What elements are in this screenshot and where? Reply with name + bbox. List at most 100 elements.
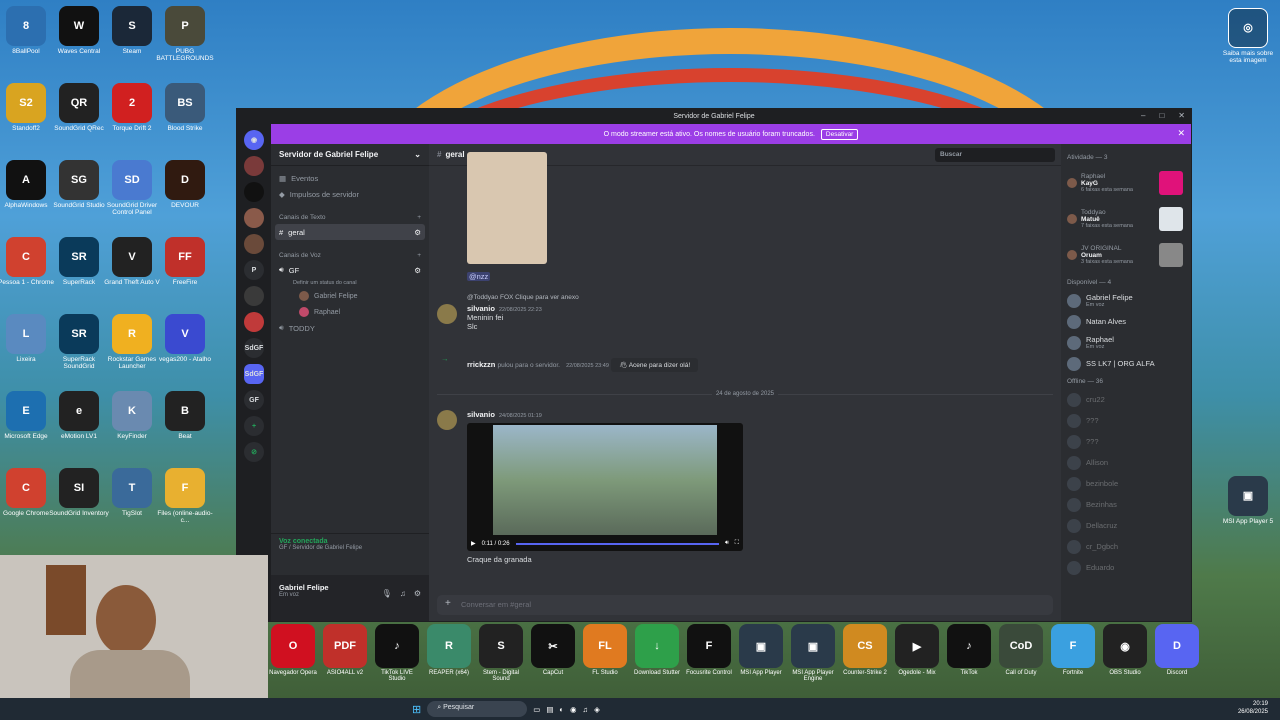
- desktop-icon[interactable]: P PUBG BATTLEGROUNDS: [155, 6, 215, 63]
- dock-app[interactable]: ◉ OBS Studio: [1100, 624, 1150, 696]
- dock-app[interactable]: PDF ASIO4ALL v2: [320, 624, 370, 696]
- edge-icon[interactable]: ◐: [559, 705, 564, 714]
- task-view-icon[interactable]: ▭: [533, 705, 540, 714]
- system-tray-clock[interactable]: 20:19 26/08/2025: [1238, 701, 1268, 717]
- discord-taskbar-icon[interactable]: ◈: [594, 705, 600, 714]
- wave-button[interactable]: 👋︎ Acene para dizer olá!: [610, 358, 699, 372]
- message-composer[interactable]: + Conversar em #geral: [437, 595, 1053, 615]
- desktop-icon[interactable]: E Microsoft Edge: [0, 391, 56, 440]
- taskbar-search[interactable]: ⌕ Pesquisar: [427, 701, 528, 717]
- disable-streamer-button[interactable]: Desativar: [820, 128, 859, 140]
- avatar[interactable]: [437, 410, 457, 430]
- desktop-icon[interactable]: K KeyFinder: [102, 391, 162, 440]
- desktop-icon[interactable]: D DEVOUR: [155, 160, 215, 209]
- desktop-icon[interactable]: QR SoundGrid QRec: [49, 83, 109, 132]
- member-offline[interactable]: bezinbole: [1067, 473, 1185, 494]
- dock-app[interactable]: D Discord: [1152, 624, 1202, 696]
- discord-home-icon[interactable]: ◉: [244, 130, 264, 150]
- gear-icon[interactable]: ⚙: [414, 589, 421, 598]
- desktop-icon[interactable]: F Files (online-audio-c...: [155, 468, 215, 525]
- server-icon[interactable]: [244, 208, 264, 228]
- desktop-icon[interactable]: 2 Torque Drift 2: [102, 83, 162, 132]
- desktop-icon[interactable]: C Google Chrome: [0, 468, 56, 517]
- dock-app[interactable]: O Navegador Opera: [268, 624, 318, 696]
- activity-item[interactable]: JV ORIGINAL Oruam 3 faixas esta semana: [1067, 237, 1185, 273]
- member-offline[interactable]: Bezinhas: [1067, 494, 1185, 515]
- desktop-icon[interactable]: A AlphaWindows: [0, 160, 56, 209]
- sidebar-item-events[interactable]: ▦ Eventos: [271, 170, 429, 186]
- voice-user[interactable]: Raphael: [271, 304, 429, 320]
- member-offline[interactable]: cr_Dgbch: [1067, 536, 1185, 557]
- close-banner-icon[interactable]: ✕: [1177, 128, 1185, 139]
- desktop-icon[interactable]: S Steam: [102, 6, 162, 55]
- sidebar-item-boosts[interactable]: ◆ Impulsos de servidor: [271, 186, 429, 202]
- desktop-icon[interactable]: B Beat: [155, 391, 215, 440]
- mention-tag[interactable]: @nzz: [467, 272, 491, 281]
- server-icon[interactable]: P: [244, 260, 264, 280]
- server-sdgf-selected[interactable]: SdGF: [244, 364, 264, 384]
- settings-icon[interactable]: ⚙: [414, 266, 421, 275]
- desktop-icon[interactable]: V Grand Theft Auto V: [102, 237, 162, 286]
- desktop-icon[interactable]: FF FreeFire: [155, 237, 215, 286]
- wallpaper-info-icon[interactable]: ◎ Saiba mais sobre esta imagem: [1218, 8, 1278, 65]
- category-voice[interactable]: Canais de Voz +: [271, 248, 429, 262]
- video-progress[interactable]: [515, 542, 720, 545]
- join-user[interactable]: rrickzzn: [467, 360, 495, 369]
- mic-icon[interactable]: 🎙︎: [382, 589, 392, 598]
- search-input[interactable]: Buscar: [935, 148, 1055, 162]
- headphones-icon[interactable]: ♫: [400, 589, 406, 598]
- member-offline[interactable]: cru22: [1067, 389, 1185, 410]
- minimize-icon[interactable]: –: [1141, 111, 1145, 120]
- server-gf[interactable]: GF: [244, 390, 264, 410]
- desktop-icon[interactable]: Vvegas200 - Atalho: [155, 314, 215, 363]
- add-attachment-icon[interactable]: +: [445, 598, 451, 609]
- desktop-icon[interactable]: T TigSlot: [102, 468, 162, 517]
- server-icon[interactable]: [244, 182, 264, 202]
- desktop-icon[interactable]: SD SoundGrid Driver Control Panel: [102, 160, 162, 217]
- spotify-icon[interactable]: ♫: [582, 705, 588, 714]
- chrome-icon[interactable]: ◉: [570, 705, 577, 714]
- desktop-icon[interactable]: L Lixeira: [0, 314, 56, 363]
- settings-icon[interactable]: ⚙: [414, 228, 421, 237]
- server-icon[interactable]: [244, 156, 264, 176]
- activity-item[interactable]: Toddyao Matuê 7 faixas esta semana: [1067, 201, 1185, 237]
- dock-app[interactable]: F Focusrite Control: [684, 624, 734, 696]
- channel-voice-toddy[interactable]: 🔊︎ TODDY: [271, 320, 429, 336]
- image-attachment[interactable]: [467, 152, 547, 264]
- dock-app[interactable]: CS Counter-Strike 2: [840, 624, 890, 696]
- volume-icon[interactable]: 🔊︎: [725, 540, 729, 547]
- fullscreen-icon[interactable]: ⛶: [735, 540, 739, 547]
- dock-app[interactable]: ↓ Download Stutter: [632, 624, 682, 696]
- member-offline[interactable]: Eduardo: [1067, 557, 1185, 578]
- dock-app[interactable]: CoD Call of Duty: [996, 624, 1046, 696]
- explore-icon[interactable]: ⊘: [244, 442, 264, 462]
- play-icon[interactable]: ▶: [471, 540, 476, 547]
- server-icon[interactable]: [244, 234, 264, 254]
- dock-app[interactable]: ♪ TikTok: [944, 624, 994, 696]
- video-player[interactable]: ▶ 0:11 / 0:26 🔊︎ ⛶: [467, 423, 743, 551]
- desktop-icon[interactable]: S2 Standoff2: [0, 83, 56, 132]
- file-explorer-icon[interactable]: ▤: [546, 705, 553, 714]
- dock-app[interactable]: F Fortnite: [1048, 624, 1098, 696]
- dock-app[interactable]: ✂ CapCut: [528, 624, 578, 696]
- desktop-icon[interactable]: SG SoundGrid Studio: [49, 160, 109, 209]
- message-author[interactable]: silvanio: [467, 410, 495, 419]
- member-online[interactable]: Natan Alves: [1067, 311, 1185, 332]
- add-channel-icon[interactable]: +: [417, 252, 421, 259]
- member-offline[interactable]: ???: [1067, 410, 1185, 431]
- dock-app[interactable]: ▶ Ogedole - Mix: [892, 624, 942, 696]
- maximize-icon[interactable]: □: [1159, 111, 1164, 120]
- member-offline[interactable]: Allison: [1067, 452, 1185, 473]
- dock-app[interactable]: S Stem - Digital Sound: [476, 624, 526, 696]
- category-text[interactable]: Canais de Texto +: [271, 210, 429, 224]
- desktop-icon[interactable]: e eMotion LV1: [49, 391, 109, 440]
- dock-app[interactable]: R REAPER (x64): [424, 624, 474, 696]
- voice-connected-sub[interactable]: GF / Servidor de Gabriel Felipe: [279, 545, 421, 551]
- server-header[interactable]: Servidor de Gabriel Felipe ⌄: [271, 144, 429, 166]
- avatar[interactable]: [437, 304, 457, 324]
- desktop-icon[interactable]: R Rockstar Games Launcher: [102, 314, 162, 371]
- dock-app[interactable]: ♪ TikTok LIVE Studio: [372, 624, 422, 696]
- msi-app-player-desktop-icon[interactable]: ▣ MSI App Player 5: [1218, 476, 1278, 525]
- desktop-icon[interactable]: SR SuperRack SoundGrid: [49, 314, 109, 371]
- dock-app[interactable]: ▣ MSI App Player: [736, 624, 786, 696]
